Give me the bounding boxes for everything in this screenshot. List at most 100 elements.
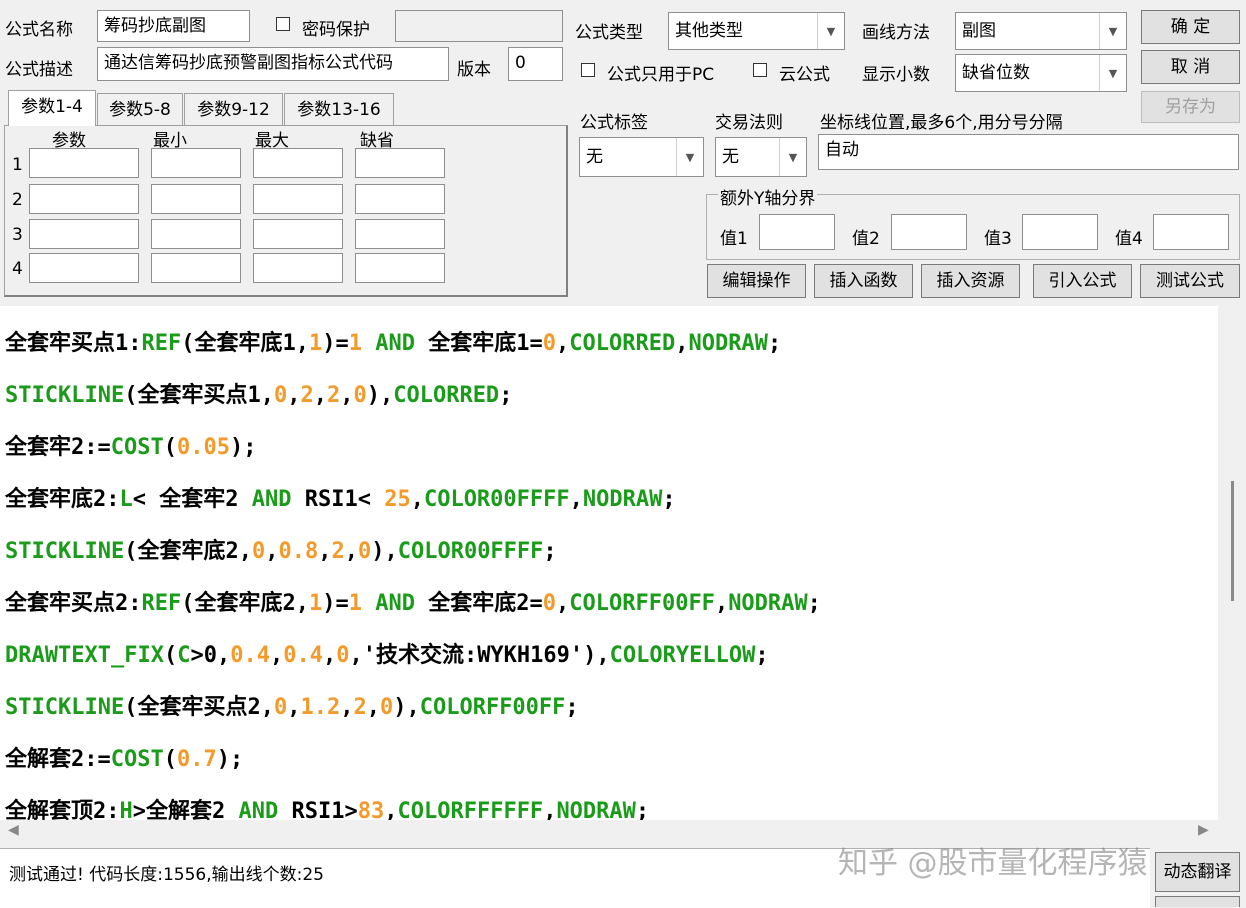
pc-only-checkbox[interactable] — [581, 63, 595, 77]
param-min-input[interactable] — [151, 253, 241, 283]
param-default-input[interactable] — [355, 219, 445, 249]
ok-button[interactable]: 确 定 — [1141, 10, 1240, 44]
code-token: AND — [251, 487, 292, 512]
tab-params-5-8[interactable]: 参数5-8 — [97, 93, 183, 125]
draw-method-select[interactable]: 副图 ▼ — [955, 12, 1127, 50]
value4-input[interactable] — [1153, 214, 1229, 250]
rule-label: 交易法则 — [715, 113, 783, 133]
code-token: (全套牢底1, — [181, 331, 309, 356]
code-line: 全套牢买点1:REF(全套牢底1,1)=1 AND 全套牢底1=0,COLORR… — [5, 329, 781, 359]
code-token: ,'技术交流:WYKH169'), — [349, 643, 610, 668]
code-token: STICKLINE — [5, 695, 125, 720]
param-max-input[interactable] — [253, 253, 343, 283]
insert-function-button[interactable]: 插入函数 — [814, 264, 913, 298]
code-token: NODRAW — [728, 591, 808, 616]
code-token: COLOR00FFFF — [397, 539, 544, 564]
vertical-scrollbar[interactable] — [1218, 306, 1246, 820]
formula-desc-input[interactable]: 通达信筹码抄底预警副图指标公式代码 — [97, 47, 449, 81]
code-token: COLORFF00FF — [419, 695, 566, 720]
param-name-input[interactable] — [29, 219, 139, 249]
code-token: STICKLINE — [5, 383, 125, 408]
translate-button[interactable]: 动态翻译 — [1155, 852, 1240, 892]
decimals-select[interactable]: 缺省位数 ▼ — [955, 54, 1127, 92]
value4-label: 值4 — [1115, 229, 1143, 249]
code-token: 全套牢底2= — [428, 591, 543, 616]
code-token: AND — [362, 331, 429, 356]
code-token: , — [340, 383, 354, 408]
value1-label: 值1 — [720, 229, 748, 249]
code-token: , — [322, 643, 337, 668]
insert-resource-button[interactable]: 插入资源 — [921, 264, 1020, 298]
code-token: ); — [216, 747, 244, 772]
chevron-down-icon: ▼ — [1099, 55, 1126, 91]
save-as-button[interactable]: 另存为 — [1141, 91, 1240, 123]
code-token: , — [340, 695, 354, 720]
rule-select[interactable]: 无 ▼ — [715, 137, 807, 177]
code-token: COLORYELLOW — [609, 643, 756, 668]
code-token: L — [119, 487, 133, 512]
draw-method-label: 画线方法 — [862, 23, 930, 43]
cancel-button[interactable]: 取 消 — [1141, 50, 1240, 84]
param-name-input[interactable] — [29, 184, 139, 214]
tab-params-13-16[interactable]: 参数13-16 — [284, 93, 394, 125]
code-token: COST — [110, 435, 164, 460]
param-default-input[interactable] — [355, 253, 445, 283]
scroll-left-icon[interactable]: ◀ — [8, 822, 19, 838]
formula-type-select[interactable]: 其他类型 ▼ — [668, 12, 845, 50]
code-token: ( — [163, 747, 177, 772]
tag-select[interactable]: 无 ▼ — [579, 137, 704, 177]
watermark: 知乎 @股市量化程序猿 — [838, 846, 1148, 881]
param-default-input[interactable] — [355, 184, 445, 214]
code-token: ; — [499, 383, 513, 408]
param-max-input[interactable] — [253, 148, 343, 178]
axis-input[interactable]: 自动 — [818, 134, 1239, 170]
tag-value: 无 — [586, 147, 603, 167]
tab-params-1-4[interactable]: 参数1-4 — [8, 90, 96, 126]
status-message: 测试通过! 代码长度:1556,输出线个数:25 — [9, 865, 324, 885]
code-token: 全套牢底1= — [428, 331, 543, 356]
code-token: 0 — [379, 695, 394, 720]
param-name-input[interactable] — [29, 148, 139, 178]
code-token: , — [543, 799, 557, 820]
tab-params-9-12[interactable]: 参数9-12 — [184, 93, 283, 125]
value1-input[interactable] — [759, 214, 835, 250]
code-token: 1 — [348, 591, 362, 616]
code-token: ( — [163, 643, 178, 668]
scroll-right-icon[interactable]: ▶ — [1198, 822, 1209, 838]
value3-input[interactable] — [1022, 214, 1098, 250]
param-max-input[interactable] — [253, 184, 343, 214]
code-token: COLORRED — [393, 383, 500, 408]
code-token: ; — [635, 799, 650, 820]
chevron-down-icon: ▼ — [817, 13, 844, 49]
axis-label: 坐标线位置,最多6个,用分号分隔 — [820, 113, 1063, 133]
code-token: RSI1< — [291, 487, 385, 512]
code-token: 0 — [542, 331, 556, 356]
formula-name-input[interactable]: 筹码抄底副图 — [97, 10, 250, 42]
param-min-input[interactable] — [151, 219, 241, 249]
version-input[interactable]: 0 — [508, 47, 563, 81]
test-formula-button[interactable]: 测试公式 — [1140, 264, 1240, 298]
param-min-input[interactable] — [151, 184, 241, 214]
code-token: STICKLINE — [5, 539, 125, 564]
version-label: 版本 — [457, 60, 491, 80]
code-editor[interactable]: 全套牢买点1:REF(全套牢底1,1)=1 AND 全套牢底1=0,COLORR… — [0, 306, 1218, 820]
code-token: ); — [229, 435, 257, 460]
param-name-input[interactable] — [29, 253, 139, 283]
import-formula-button[interactable]: 引入公式 — [1033, 264, 1132, 298]
params-row-label: 4 — [12, 259, 23, 279]
code-token: 2 — [326, 383, 341, 408]
partial-button — [1155, 896, 1240, 907]
code-token: 0.05 — [176, 435, 230, 460]
value2-input[interactable] — [891, 214, 967, 250]
param-default-input[interactable] — [355, 148, 445, 178]
cloud-checkbox[interactable] — [753, 63, 767, 77]
code-token: (全套牢底2, — [124, 539, 252, 564]
password-checkbox[interactable] — [276, 17, 290, 31]
param-min-input[interactable] — [151, 148, 241, 178]
code-token: 全解套顶2: — [5, 799, 120, 820]
scrollbar-thumb[interactable] — [1231, 481, 1234, 601]
edit-ops-button[interactable]: 编辑操作 — [707, 264, 806, 298]
code-line: 全套牢2:=COST(0.05); — [5, 433, 256, 463]
code-token: ; — [767, 331, 782, 356]
param-max-input[interactable] — [253, 219, 343, 249]
